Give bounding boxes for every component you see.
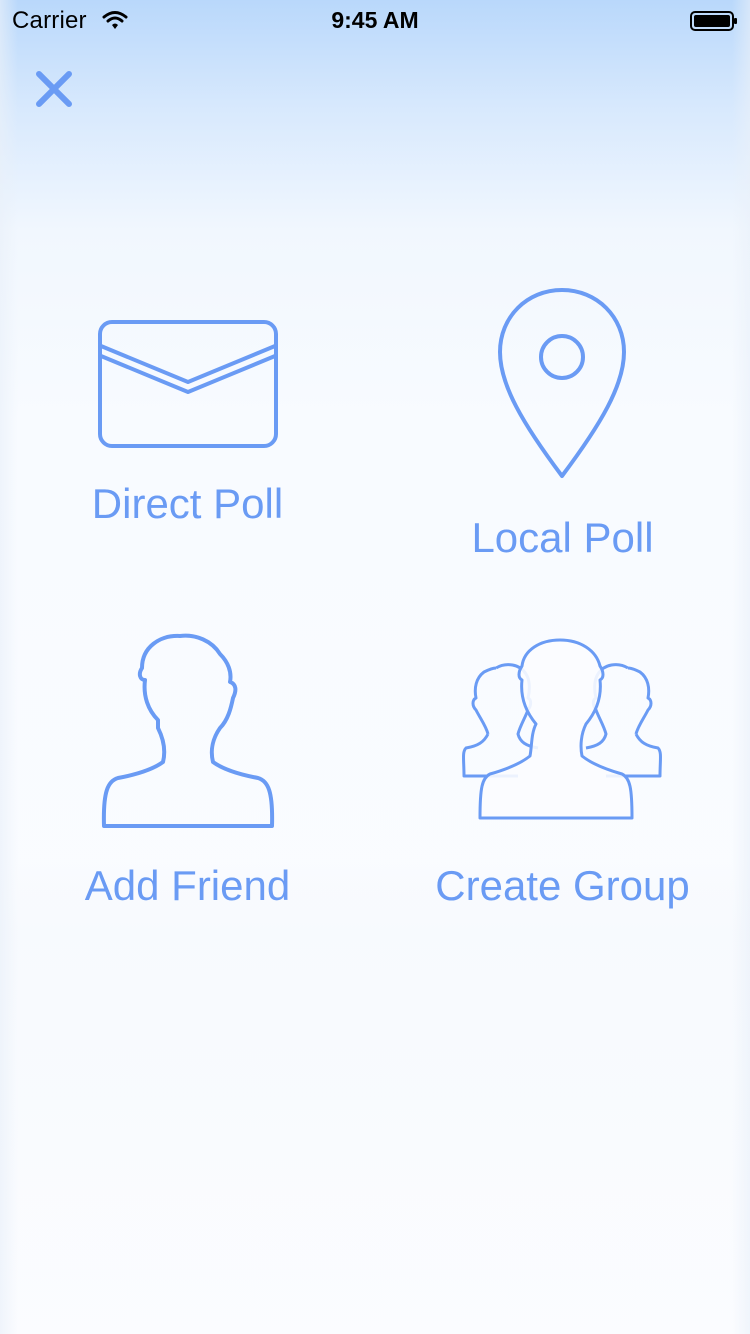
add-friend-button[interactable]: Add Friend bbox=[60, 630, 315, 915]
app-screen: Carrier 9:45 AM Direct Poll Local Poll A… bbox=[0, 0, 750, 1334]
add-friend-label: Add Friend bbox=[84, 862, 291, 909]
status-time: 9:45 AM bbox=[331, 7, 419, 33]
person-icon bbox=[101, 633, 275, 828]
create-group-label: Create Group bbox=[435, 862, 690, 909]
local-poll-label: Local Poll bbox=[471, 514, 654, 561]
group-icon bbox=[462, 638, 662, 820]
direct-poll-label: Direct Poll bbox=[91, 480, 284, 527]
location-pin-icon bbox=[498, 288, 626, 478]
close-button[interactable] bbox=[28, 63, 80, 115]
status-bar: Carrier 9:45 AM bbox=[0, 0, 750, 40]
direct-poll-button[interactable]: Direct Poll bbox=[60, 300, 315, 540]
create-group-button[interactable]: Create Group bbox=[420, 630, 705, 915]
close-icon bbox=[36, 71, 72, 107]
local-poll-button[interactable]: Local Poll bbox=[435, 282, 690, 582]
battery-icon bbox=[690, 11, 737, 31]
envelope-icon bbox=[98, 320, 278, 448]
